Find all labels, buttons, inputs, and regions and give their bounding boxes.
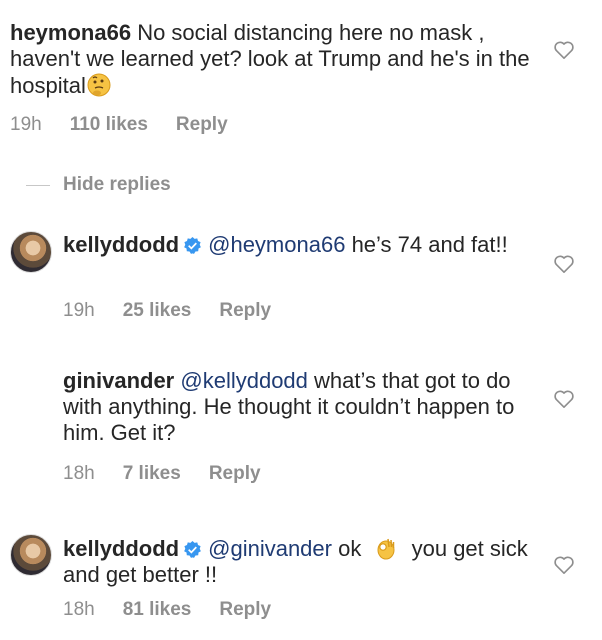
hide-replies-line — [26, 185, 50, 186]
hide-replies-button[interactable]: Hide replies — [63, 174, 171, 196]
avatar[interactable] — [10, 534, 52, 576]
comment-likes[interactable]: 110 likes — [70, 114, 148, 136]
comment-meta: 18h 7 likes Reply — [63, 463, 261, 485]
verified-badge-icon — [184, 236, 201, 254]
avatar[interactable] — [10, 231, 52, 273]
like-heart-icon[interactable] — [553, 254, 575, 274]
like-heart-icon[interactable] — [553, 389, 575, 409]
comment-ginivander: ginivander @kellyddodd what’s that got t… — [63, 368, 533, 446]
comment-text: kellyddodd @ginivander ok you get sick a… — [63, 535, 543, 588]
comment-text: heymona66 No social distancing here no m… — [10, 20, 550, 99]
comment-time: 19h — [10, 114, 42, 135]
comment-username[interactable]: kellyddodd — [63, 536, 179, 561]
comment-likes[interactable]: 25 likes — [123, 300, 192, 322]
comment-text: ginivander @kellyddodd what’s that got t… — [63, 368, 533, 446]
reply-button[interactable]: Reply — [209, 463, 261, 485]
comment-kellyddodd-1: kellyddodd @heymona66 he’s 74 and fat!! — [63, 232, 543, 258]
comment-time: 19h — [63, 300, 95, 321]
comment-heymona66: heymona66 No social distancing here no m… — [10, 20, 550, 99]
mention-link[interactable]: @ginivander — [208, 536, 332, 561]
mention-link[interactable]: @kellyddodd — [180, 368, 308, 393]
ok-hand-emoji-icon — [377, 538, 395, 560]
comment-time: 18h — [63, 599, 95, 620]
thinking-face-emoji-icon — [87, 73, 111, 97]
verified-badge-icon — [184, 540, 201, 558]
comment-kellyddodd-2: kellyddodd @ginivander ok you get sick a… — [63, 535, 543, 588]
reply-button[interactable]: Reply — [219, 599, 271, 621]
comment-meta: 18h 81 likes Reply — [63, 599, 271, 621]
mention-link[interactable]: @heymona66 — [208, 232, 345, 257]
reply-button[interactable]: Reply — [176, 114, 228, 136]
comment-text: kellyddodd @heymona66 he’s 74 and fat!! — [63, 232, 543, 258]
comment-meta: 19h 110 likes Reply — [10, 114, 228, 136]
like-heart-icon[interactable] — [553, 555, 575, 575]
comment-username[interactable]: heymona66 — [10, 20, 131, 45]
comment-body-prefix: ok — [338, 536, 362, 561]
comment-time: 18h — [63, 463, 95, 484]
comment-username[interactable]: kellyddodd — [63, 232, 179, 257]
comment-body: he’s 74 and fat!! — [351, 232, 508, 257]
reply-button[interactable]: Reply — [219, 300, 271, 322]
comment-likes[interactable]: 7 likes — [123, 463, 181, 485]
comment-likes[interactable]: 81 likes — [123, 599, 192, 621]
comment-username[interactable]: ginivander — [63, 368, 174, 393]
comment-meta: 19h 25 likes Reply — [63, 300, 271, 322]
like-heart-icon[interactable] — [553, 40, 575, 60]
